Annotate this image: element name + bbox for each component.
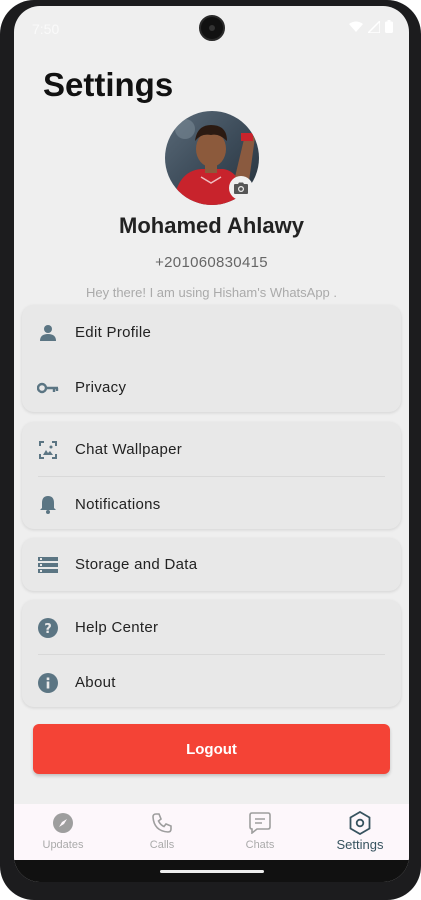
key-icon [36,376,60,400]
help-icon: ? [36,616,60,640]
menu-item-edit-profile[interactable]: Edit Profile [22,305,401,360]
profile-phone: +201060830415 [155,254,268,271]
app-screen: 7:50 Settings Mohamed Ahlawy +2010608304… [14,6,409,882]
wifi-icon [349,21,363,32]
camera-icon [234,182,248,194]
bottom-navigation: Updates Calls Chats Settings [14,804,409,860]
status-icons [349,20,393,33]
phone-frame: 7:50 Settings Mohamed Ahlawy +2010608304… [0,0,421,900]
svg-text:?: ? [44,622,52,637]
menu-item-label: Privacy [75,379,127,396]
logout-button[interactable]: Logout [33,724,390,774]
battery-icon [385,20,393,33]
change-photo-button[interactable] [229,176,253,200]
appearance-card: Chat Wallpaper Notifications [22,422,401,529]
page-title: Settings [43,66,174,103]
menu-item-label: Notifications [75,496,161,513]
compass-icon [53,813,73,833]
nav-settings[interactable]: Settings [311,810,409,852]
nav-label: Calls [149,839,175,851]
settings-icon [349,811,371,835]
menu-item-privacy[interactable]: Privacy [22,360,401,415]
phone-icon [152,813,172,833]
menu-item-label: Help Center [75,619,159,636]
account-card: Edit Profile Privacy [22,305,401,412]
nav-label: Chats [245,839,275,851]
support-card: ? Help Center About [22,600,401,707]
menu-item-chat-wallpaper[interactable]: Chat Wallpaper [22,422,401,477]
person-icon [36,321,60,345]
profile-about: Hey there! I am using Hisham's WhatsApp … [85,285,338,300]
menu-item-label: Storage and Data [75,556,198,573]
profile-name: Mohamed Ahlawy [119,213,304,238]
info-icon [36,671,60,695]
menu-item-about[interactable]: About [22,655,401,710]
signal-icon [368,20,380,33]
home-indicator[interactable] [160,870,264,873]
menu-item-help-center[interactable]: ? Help Center [22,600,401,655]
wallpaper-icon [36,438,60,462]
chat-icon [249,812,271,834]
status-time: 7:50 [32,21,60,37]
menu-item-label: Edit Profile [75,324,152,341]
menu-item-notifications[interactable]: Notifications [22,477,401,532]
nav-calls[interactable]: Calls [113,810,211,851]
nav-updates[interactable]: Updates [14,810,112,851]
storage-card: Storage and Data [22,538,401,591]
nav-label: Updates [42,839,84,851]
front-camera [199,15,225,41]
menu-item-label: About [75,674,116,691]
storage-icon [36,553,60,577]
menu-item-label: Chat Wallpaper [75,441,183,458]
menu-item-storage-and-data[interactable]: Storage and Data [22,538,401,591]
nav-label: Settings [336,837,384,852]
nav-chats[interactable]: Chats [211,810,309,851]
bell-icon [36,493,60,517]
